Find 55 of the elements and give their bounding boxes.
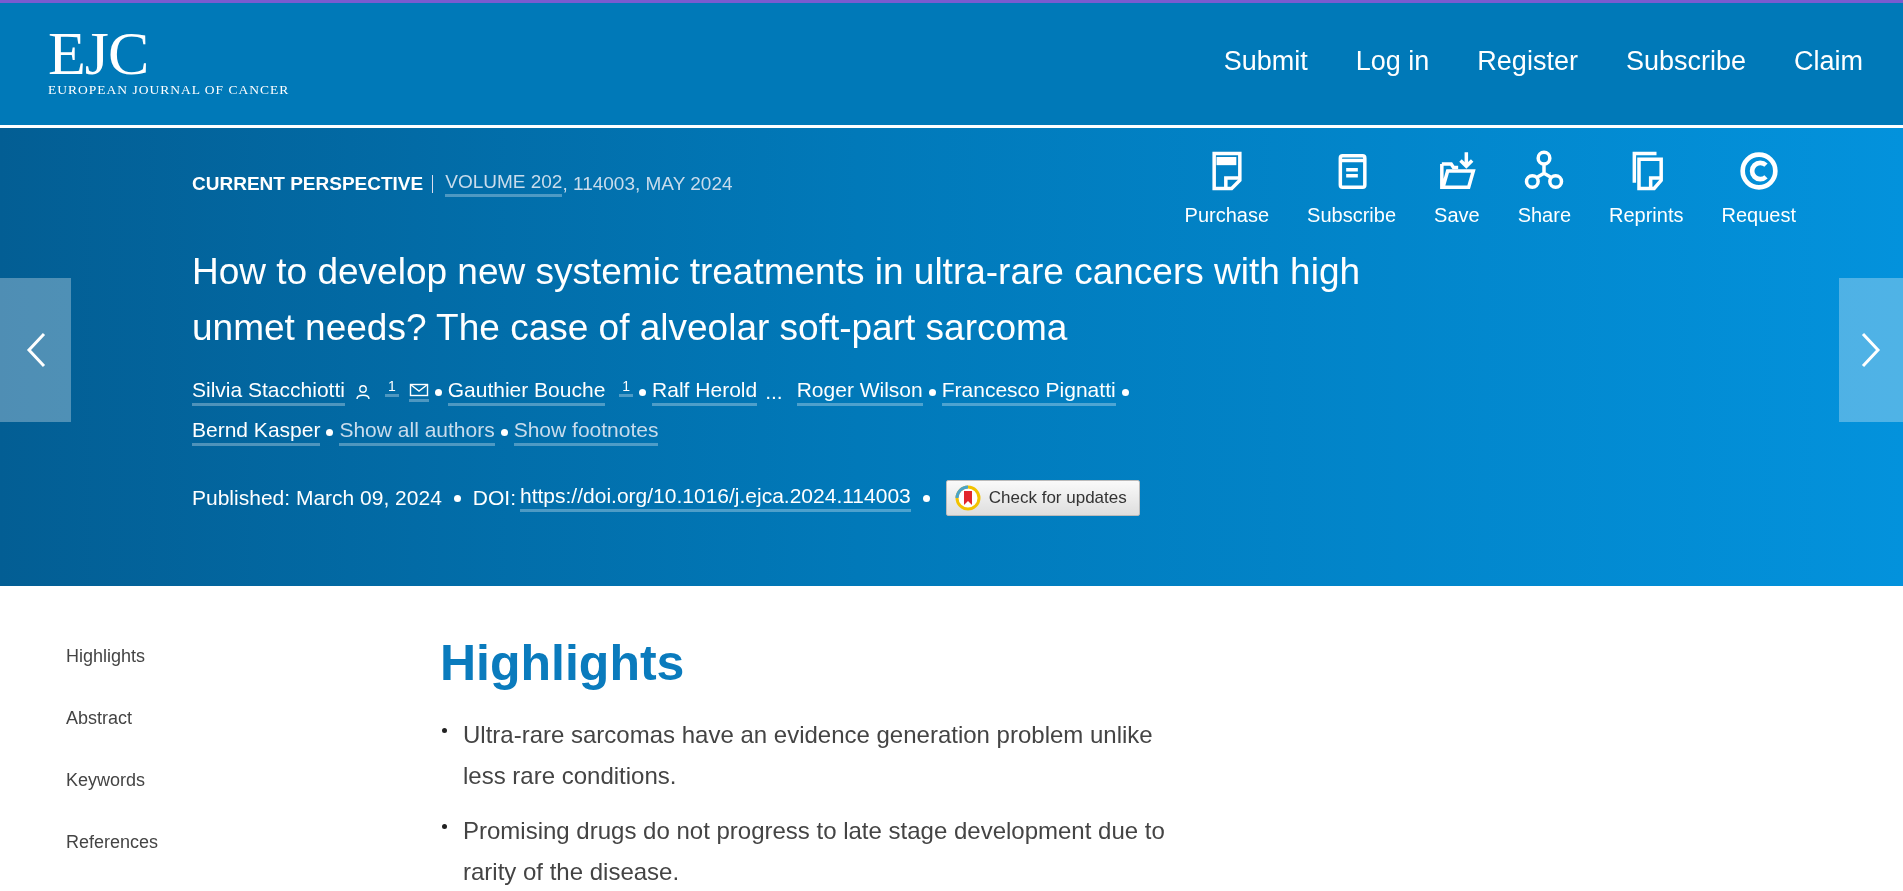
author-link[interactable]: Roger Wilson (796, 378, 923, 406)
article-title: How to develop new systemic treatments in ultra-rare cancers with high unmet needs? The case of alveolar soft-part sarcoma (192, 250, 1362, 350)
action-link[interactable]: Share (1498, 150, 1590, 240)
person-icon (354, 384, 371, 400)
publish-date: Published: March 09, 2024 (192, 486, 442, 510)
section-heading: Highlights (440, 634, 686, 692)
separator-dot (922, 494, 930, 502)
separator-dot (500, 428, 508, 436)
author-link[interactable]: Silvia Stacchiotti (192, 378, 345, 406)
journal-logo[interactable]: EJC (48, 24, 290, 82)
doi-label: DOI: (472, 486, 516, 510)
action-link[interactable]: Request (1702, 150, 1815, 240)
mail-icon[interactable] (408, 382, 429, 402)
outline-link[interactable]: Highlights (66, 646, 440, 667)
separator-dot (1121, 388, 1129, 396)
issue-info: , 114003, MAY 2024 (562, 173, 733, 195)
article-type: CURRENT PERSPECTIVE (192, 173, 424, 195)
bookmark-badge-icon (954, 485, 981, 511)
highlight-text: Promising drugs do not progress to late stage development due to rarity of the disease. (463, 816, 1166, 887)
author-link[interactable]: Francesco Pignatti (941, 378, 1116, 406)
footnote-link[interactable]: 1 (384, 378, 399, 397)
more-authors-ellipsis: ... (765, 380, 783, 404)
action-link[interactable]: Save (1415, 150, 1499, 240)
nav-link[interactable]: Claim (1794, 45, 1863, 77)
share-icon (1524, 150, 1565, 192)
next-article-button[interactable] (1839, 278, 1903, 422)
author-link[interactable]: Gauthier Bouche (447, 378, 606, 406)
separator-dot (326, 428, 334, 436)
previous-article-button[interactable] (0, 278, 71, 422)
highlight-text: Ultra-rare sarcomas have an evidence generation problem unlike less rare conditions. (463, 720, 1154, 791)
author-link[interactable]: Ralf Herold (652, 378, 758, 406)
authors-toggle-link[interactable]: Show footnotes (513, 418, 659, 446)
separator-dot (434, 388, 442, 396)
authors-toggle-link[interactable]: Show all authors (339, 418, 495, 446)
separator-dot (928, 388, 936, 396)
nav-link[interactable]: Register (1477, 45, 1578, 77)
outline-link[interactable]: Abstract (66, 708, 440, 729)
volume-link[interactable]: VOLUME 202 (445, 171, 563, 197)
outline-link[interactable]: References (66, 832, 440, 853)
check-for-updates-button[interactable]: Check for updates (945, 480, 1140, 516)
author-link[interactable]: Bernd Kasper (192, 418, 321, 446)
nav-link[interactable]: Submit (1223, 45, 1308, 77)
doi-link[interactable]: https://doi.org/10.1016/j.ejca.2024.114003 (520, 484, 911, 512)
action-link[interactable]: Purchase (1165, 150, 1289, 240)
outline-link[interactable]: Keywords (66, 770, 440, 791)
nav-link[interactable]: Subscribe (1625, 45, 1746, 77)
nav-link[interactable]: Log in (1355, 45, 1430, 77)
footnote-link[interactable]: 1 (619, 378, 634, 397)
copyright-icon (1738, 150, 1779, 192)
separator-dot (639, 388, 647, 396)
action-link[interactable]: Subscribe (1288, 150, 1416, 240)
journal-name: EUROPEAN JOURNAL OF CANCER (48, 82, 290, 98)
action-link[interactable]: Reprints (1590, 150, 1703, 240)
separator-dot (453, 494, 461, 502)
chevron-right-icon (1859, 330, 1883, 370)
